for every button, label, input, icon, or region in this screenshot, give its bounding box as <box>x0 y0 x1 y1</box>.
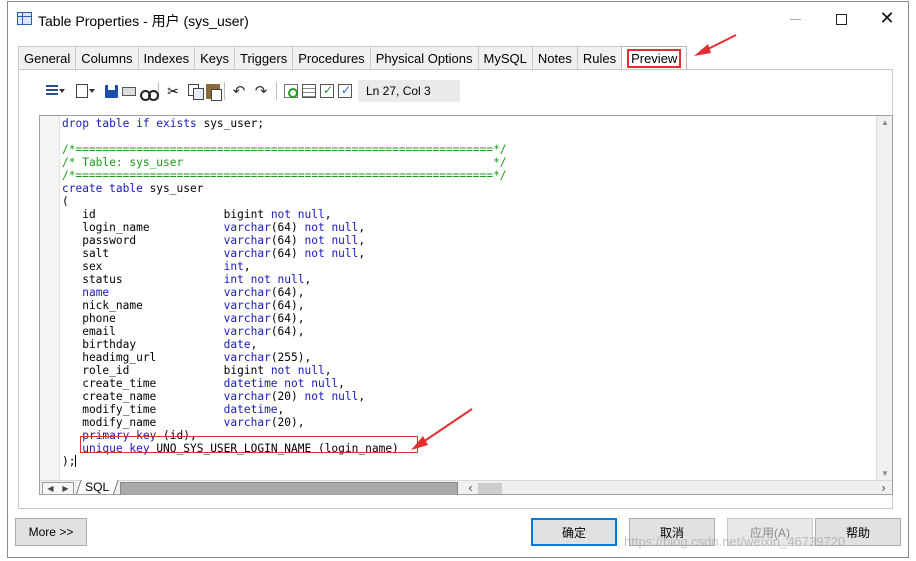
tab-label: Procedures <box>298 51 365 66</box>
text-caret <box>75 455 77 467</box>
close-icon: ✕ <box>879 8 895 29</box>
undo-icon[interactable]: ↶ <box>230 82 248 100</box>
sql-code[interactable]: drop table if exists sys_user; /*=======… <box>62 117 507 468</box>
list-icon[interactable] <box>46 85 58 97</box>
copy-icon[interactable] <box>188 84 204 100</box>
horizontal-scrollbar[interactable]: ‹ › <box>464 481 892 494</box>
maximize-icon <box>835 13 847 25</box>
tab-triggers[interactable]: Triggers <box>234 46 294 70</box>
tab-label: MySQL <box>483 51 527 66</box>
sql-editor[interactable]: drop table if exists sys_user; /*=======… <box>39 115 893 495</box>
sheet-tab-label: SQL <box>85 480 110 494</box>
redo-icon[interactable]: ↷ <box>252 82 270 100</box>
tab-label: General <box>24 51 71 66</box>
table-icon <box>17 12 32 25</box>
tab-procedures[interactable]: Procedures <box>292 46 371 70</box>
tab-label: Columns <box>81 51 133 66</box>
tab-keys[interactable]: Keys <box>194 46 235 70</box>
window-title: Table Properties - 用户 (sys_user) <box>38 13 249 29</box>
tab-preview[interactable]: Preview <box>621 46 688 71</box>
scroll-up-icon[interactable]: ▲ <box>881 118 889 127</box>
minimize-icon <box>789 18 801 20</box>
more-button[interactable]: More >> <box>15 518 87 546</box>
tab-mysql[interactable]: MySQL <box>477 46 533 70</box>
close-button[interactable]: ✕ <box>864 4 910 34</box>
cursor-position: Ln 27, Col 3 <box>358 80 460 102</box>
paste-icon[interactable] <box>206 83 222 101</box>
toolbar-separator <box>224 82 225 100</box>
tab-physical-options[interactable]: Physical Options <box>369 46 479 70</box>
chevron-down-icon[interactable] <box>59 89 65 93</box>
tab-strip: General Columns Indexes Keys Triggers Pr… <box>18 46 688 71</box>
scroll-left-icon[interactable]: ‹ <box>468 481 473 494</box>
watermark: https://blog.csdn.net/weixin_46739720 <box>624 534 846 549</box>
generate-icon[interactable] <box>320 83 334 98</box>
find-icon[interactable] <box>140 84 159 101</box>
table-properties-dialog: Table Properties - 用户 (sys_user) ✕ Gener… <box>7 1 909 558</box>
edit-icon[interactable] <box>76 84 88 98</box>
sheet-next-icon[interactable]: ▶ <box>62 483 68 494</box>
tab-notes[interactable]: Notes <box>531 46 578 70</box>
tab-label: Physical Options <box>375 51 473 66</box>
scroll-right-icon[interactable]: › <box>881 481 886 494</box>
refresh-icon[interactable] <box>284 84 298 98</box>
sheet-tab-sql[interactable]: SQL <box>75 480 119 494</box>
tab-label: Notes <box>537 51 572 66</box>
tab-label: Rules <box>582 51 617 66</box>
preview-panel: ✂ ↶ ↷ Ln 27, Col 3 drop table if exists … <box>18 69 893 509</box>
minimize-button[interactable] <box>772 4 818 34</box>
chevron-down-icon[interactable] <box>89 89 95 93</box>
toolbar-separator <box>276 82 277 100</box>
vertical-scrollbar[interactable]: ▲ ▼ <box>876 116 892 480</box>
ok-button[interactable]: 确定 <box>531 518 617 546</box>
tab-general[interactable]: General <box>18 46 77 70</box>
cut-icon[interactable]: ✂ <box>164 82 182 100</box>
editor-gutter <box>40 116 60 480</box>
title-bar: Table Properties - 用户 (sys_user) ✕ <box>8 2 908 36</box>
scroll-down-icon[interactable]: ▼ <box>881 469 889 478</box>
tab-label: Triggers <box>240 51 288 66</box>
save-icon[interactable] <box>105 84 118 98</box>
sheet-nav-arrows[interactable]: ◀ ▶ <box>42 482 74 494</box>
properties-icon[interactable] <box>302 84 316 98</box>
preview-toolbar: ✂ ↶ ↷ Ln 27, Col 3 <box>43 79 460 103</box>
sheet-prev-icon[interactable]: ◀ <box>47 483 53 494</box>
maximize-button[interactable] <box>818 4 864 34</box>
sheet-tab-area <box>120 482 458 494</box>
tab-columns[interactable]: Columns <box>75 46 139 70</box>
tab-label: Preview <box>627 49 682 68</box>
tab-indexes[interactable]: Indexes <box>137 46 196 70</box>
check-icon[interactable] <box>338 83 352 98</box>
tab-label: Indexes <box>143 51 190 66</box>
print-icon[interactable] <box>122 86 136 96</box>
horizontal-scroll-thumb[interactable] <box>478 483 502 494</box>
tab-rules[interactable]: Rules <box>576 46 623 70</box>
editor-bottom-bar: ◀ ▶ SQL ‹ › <box>40 480 892 494</box>
tab-label: Keys <box>200 51 229 66</box>
unique-key-highlight <box>80 436 418 453</box>
